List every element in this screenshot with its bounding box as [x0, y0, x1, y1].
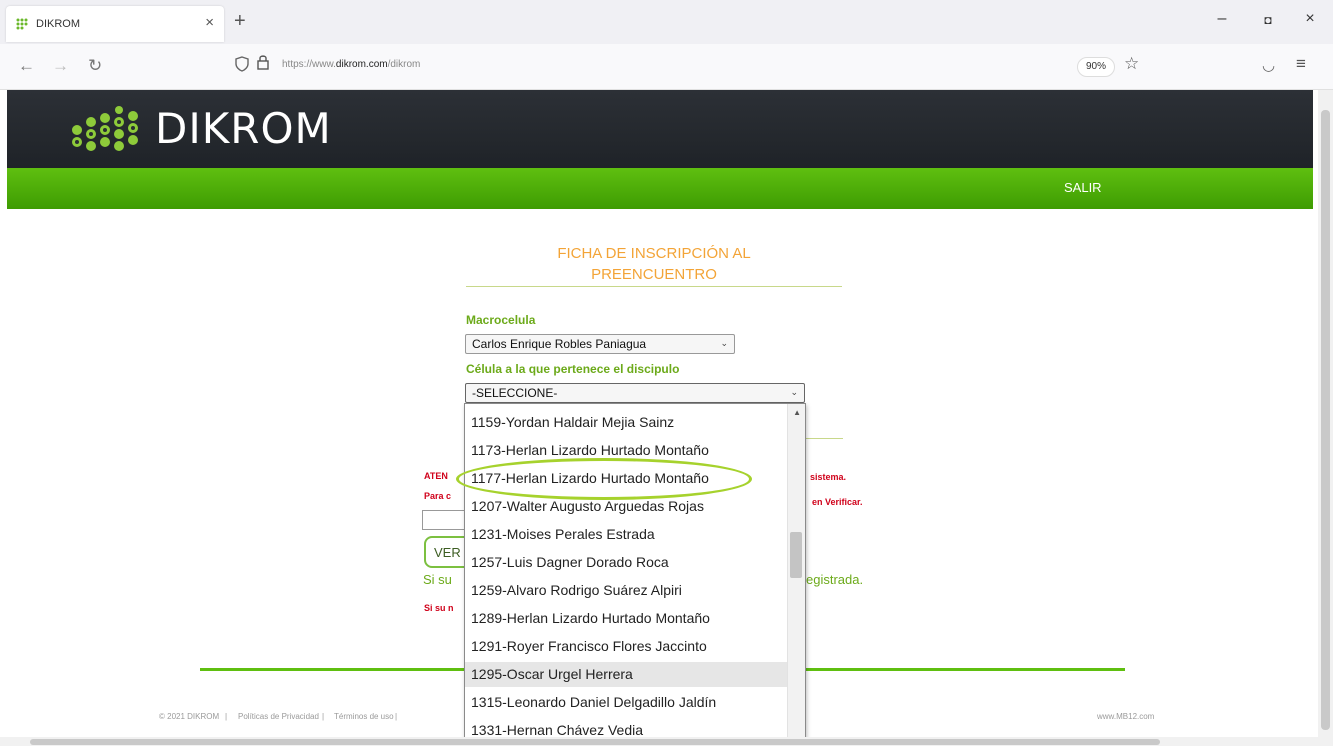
form-title-line2: PREENCUENTRO [591, 266, 717, 283]
dropdown-option[interactable]: 1207-Walter Augusto Arguedas Rojas [465, 494, 787, 519]
site-header: DIKROM [7, 90, 1313, 168]
document-input[interactable] [422, 510, 470, 530]
form-title: FICHA DE INSCRIPCIÓN AL PREENCUENTRO [466, 243, 842, 285]
warning-text-right-2: en Verificar. [812, 497, 863, 507]
macrocelula-label: Macrocelula [466, 313, 536, 327]
tab-title: DIKROM [36, 18, 80, 30]
bookmark-star-icon[interactable]: ☆ [1124, 54, 1139, 74]
footer-privacy-link[interactable]: Políticas de Privacidad [238, 712, 319, 721]
minimize-icon[interactable]: – [1212, 10, 1232, 28]
browser-window: DIKROM × + – ◘ × ← → ↻ https://www.dikro… [0, 0, 1333, 746]
url-field[interactable]: https://www.dikrom.com/dikrom [282, 59, 420, 70]
forward-icon[interactable]: → [52, 56, 69, 76]
footer-separator: | [395, 712, 398, 721]
celula-label: Célula a la que pertenece el discipulo [466, 362, 680, 376]
page-vertical-scrollbar[interactable] [1318, 90, 1333, 746]
footer-copyright: © 2021 DIKROM [159, 712, 220, 721]
dropdown-option[interactable]: 1159-Yordan Haldair Mejia Sainz [465, 410, 787, 435]
dikrom-logo-icon [72, 106, 138, 151]
restore-icon[interactable]: ◘ [1258, 13, 1278, 27]
dropdown-scroll-thumb[interactable] [790, 532, 802, 578]
url-prefix: https://www. [282, 59, 336, 70]
new-tab-icon[interactable]: + [234, 10, 246, 33]
chevron-down-icon: ⌄ [790, 387, 798, 397]
dropdown-option[interactable]: 1291-Royer Francisco Flores Jaccinto [465, 634, 787, 659]
chevron-down-icon: ⌄ [720, 338, 728, 348]
form-title-line1: FICHA DE INSCRIPCIÓN AL [557, 245, 751, 262]
url-domain: dikrom.com [335, 59, 388, 70]
lock-icon[interactable] [257, 54, 269, 70]
page-hscroll-thumb[interactable] [30, 739, 1160, 745]
dropdown-option[interactable]: 1257-Luis Dagner Dorado Roca [465, 550, 787, 575]
pocket-icon[interactable]: ◡ [1262, 56, 1275, 74]
dropdown-option[interactable]: 1289-Herlan Lizardo Hurtado Montaño [465, 606, 787, 631]
info-text-right: egistrada. [806, 572, 864, 587]
warning-text-right-1: sistema. [810, 472, 847, 482]
dropdown-option[interactable]: 1259-Alvaro Rodrigo Suárez Alpiri [465, 578, 787, 603]
dropdown-option-hovered[interactable]: 1295-Oscar Urgel Herrera [465, 662, 787, 687]
celula-value: -SELECCIONE- [472, 386, 558, 400]
top-nav-bar: SALIR [7, 168, 1313, 209]
footer-separator: | [322, 712, 325, 721]
dikrom-favicon-icon [16, 18, 28, 30]
footer-separator: | [225, 712, 228, 721]
warning-text-left-1: ATEN [424, 471, 448, 481]
warning-text-left-2: Para c [424, 491, 452, 501]
footer-terms-link[interactable]: Términos de uso [334, 712, 394, 721]
zoom-indicator[interactable]: 90% [1077, 57, 1115, 77]
dropdown-option[interactable]: 1315-Leonardo Daniel Delgadillo Jaldín [465, 690, 787, 715]
dropdown-option-circled[interactable]: 1177-Herlan Lizardo Hurtado Montaño [465, 466, 787, 491]
shield-icon[interactable] [235, 56, 249, 72]
navigation-bar: ← → ↻ https://www.dikrom.com/dikrom 90% … [0, 44, 1333, 90]
window-close-icon[interactable]: × [1300, 10, 1320, 28]
back-icon[interactable]: ← [18, 56, 35, 76]
celula-dropdown-list[interactable]: 1159-Yordan Haldair Mejia Sainz 1173-Her… [464, 403, 806, 746]
tab-bar: DIKROM × + – ◘ × [0, 0, 1333, 44]
site-logo-text[interactable]: DIKROM [155, 104, 332, 153]
celula-select[interactable]: -SELECCIONE- ⌄ [465, 383, 805, 403]
page-scroll-thumb[interactable] [1321, 110, 1330, 730]
macrocelula-select[interactable]: Carlos Enrique Robles Paniagua ⌄ [465, 334, 735, 354]
info-text-left: Si su [423, 572, 452, 587]
page-horizontal-scrollbar[interactable] [0, 737, 1333, 746]
dropdown-scrollbar[interactable]: ▲ ▼ [787, 404, 805, 745]
reload-icon[interactable]: ↻ [88, 56, 102, 76]
scroll-up-icon[interactable]: ▲ [793, 408, 801, 417]
logout-link[interactable]: SALIR [1064, 180, 1102, 195]
dropdown-option[interactable]: 1173-Herlan Lizardo Hurtado Montaño [465, 438, 787, 463]
tab-dikrom[interactable]: DIKROM × [6, 6, 224, 42]
url-suffix: /dikrom [387, 59, 421, 70]
dropdown-option[interactable]: 1231-Moises Perales Estrada [465, 522, 787, 547]
tab-close-icon[interactable]: × [205, 14, 214, 31]
note-text-left: Si su n [424, 603, 454, 613]
macrocelula-value: Carlos Enrique Robles Paniagua [472, 337, 647, 351]
footer-site-link[interactable]: www.MB12.com [1097, 712, 1154, 721]
title-divider [466, 286, 842, 287]
hamburger-menu-icon[interactable]: ≡ [1296, 54, 1306, 74]
form-divider [805, 438, 843, 439]
